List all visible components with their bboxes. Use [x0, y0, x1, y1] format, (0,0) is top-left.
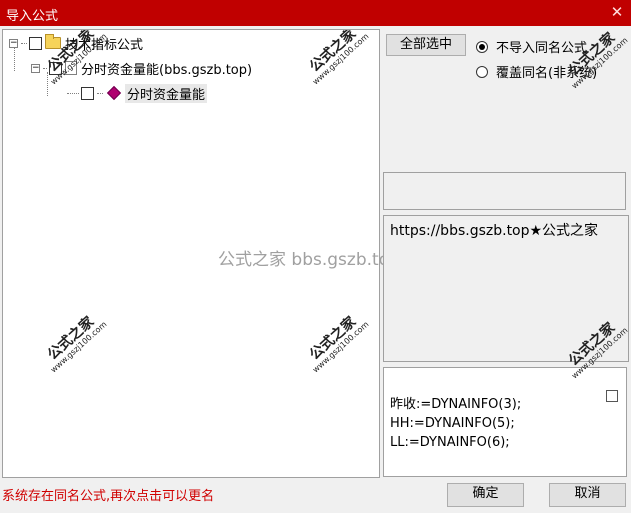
- grandchild-checkbox[interactable]: [81, 86, 94, 100]
- tree-node-grandchild[interactable]: 分时资金量能: [67, 83, 208, 103]
- indicator-icon: [106, 85, 122, 101]
- root-checkbox[interactable]: [29, 36, 42, 50]
- folder-icon: [45, 34, 61, 49]
- description-text: https://bbs.gszb.top★公式之家: [390, 223, 599, 239]
- radio-overwrite-dot[interactable]: [476, 65, 488, 78]
- preview-checkbox[interactable]: [606, 390, 618, 402]
- watermark-stamp: 公式之家 www.gszj100.com: [306, 313, 371, 375]
- radio-skip-dot[interactable]: [476, 40, 488, 53]
- title-bar: 导入公式 ✕: [0, 0, 631, 26]
- tree-child-label: 分时资金量能(bbs.gszb.top): [81, 62, 253, 78]
- code-line: LL:=DYNAINFO(6);: [390, 435, 510, 450]
- select-all-button[interactable]: 全部选中: [386, 34, 466, 56]
- code-line: 昨收:=DYNAINFO(3);: [390, 397, 522, 412]
- window-title: 导入公式: [6, 9, 59, 24]
- watermark-text: 公式之家 bbs.gszb.top: [218, 250, 400, 270]
- cancel-button[interactable]: 取消: [549, 483, 626, 507]
- code-line: HH:=DYNAINFO(5);: [390, 416, 515, 431]
- code-preview[interactable]: 昨收:=DYNAINFO(3); HH:=DYNAINFO(5); LL:=DY…: [383, 367, 627, 477]
- close-icon[interactable]: ✕: [609, 3, 625, 21]
- status-message: 系统存在同名公式,再次点击可以更名: [2, 489, 215, 504]
- tree-grandchild-label: 分时资金量能: [125, 83, 208, 103]
- watermark-stamp: 公式之家 www.gszj100.com: [306, 29, 371, 87]
- ok-button[interactable]: 确定: [447, 483, 524, 507]
- radio-skip-duplicates[interactable]: 不导入同名公式: [476, 37, 587, 56]
- collapse-icon[interactable]: −: [31, 63, 40, 73]
- code-lines: 昨收:=DYNAINFO(3); HH:=DYNAINFO(5); LL:=DY…: [390, 395, 521, 452]
- collapse-icon[interactable]: −: [9, 38, 18, 48]
- radio-skip-label: 不导入同名公式: [496, 41, 588, 56]
- watermark-stamp: 公式之家 www.gszj100.com: [44, 313, 109, 375]
- empty-field: [383, 172, 626, 210]
